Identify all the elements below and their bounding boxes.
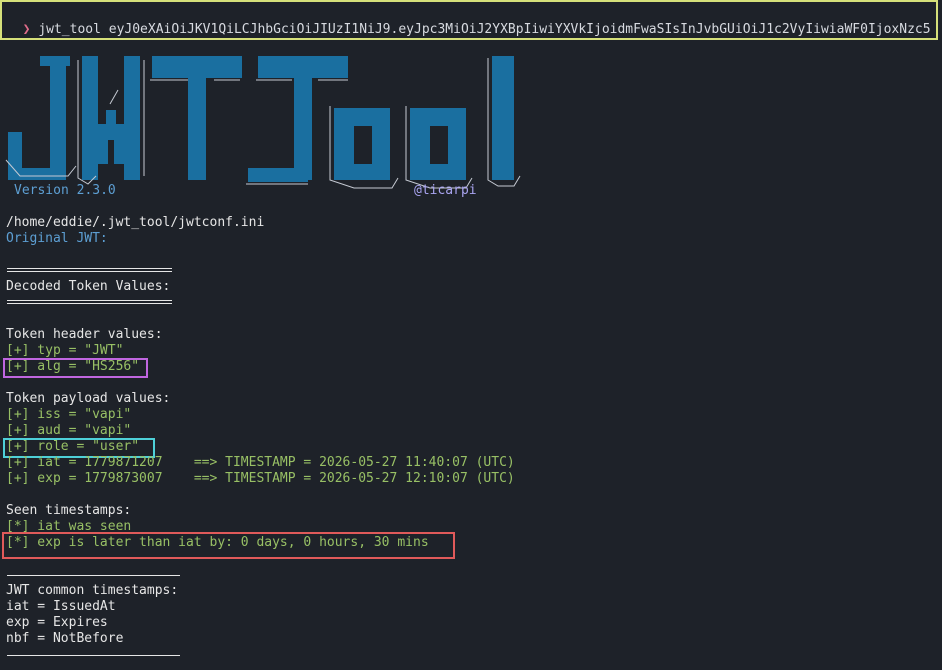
- common-iat: iat = IssuedAt: [6, 599, 116, 614]
- version-label: Version 2.3.0: [14, 183, 116, 198]
- divider: [7, 575, 180, 576]
- divider: [7, 268, 172, 269]
- divider: [7, 271, 172, 272]
- prompt-symbol: ❯: [22, 22, 31, 37]
- header-values-title: Token header values:: [6, 327, 163, 342]
- jwt-tool-logo: [5, 56, 521, 189]
- config-path: /home/eddie/.jwt_tool/jwtconf.ini: [6, 215, 265, 230]
- divider: [7, 655, 180, 656]
- common-exp: exp = Expires: [6, 615, 108, 630]
- payload-aud: [+] aud = "vapi": [6, 423, 132, 438]
- exp-highlight-box: [2, 532, 455, 559]
- payload-iss: [+] iss = "vapi": [6, 407, 132, 422]
- divider: [7, 303, 172, 304]
- header-typ: [+] typ = "JWT": [6, 343, 124, 358]
- payload-exp: [+] exp = 1779873007 ==> TIMESTAMP = 202…: [6, 471, 515, 486]
- original-jwt-label: Original JWT:: [6, 231, 108, 246]
- seen-timestamps-title: Seen timestamps:: [6, 503, 132, 518]
- payload-values-title: Token payload values:: [6, 391, 171, 406]
- divider: [7, 300, 172, 301]
- payload-iat: [+] iat = 1779871207 ==> TIMESTAMP = 202…: [6, 455, 515, 470]
- common-nbf: nbf = NotBefore: [6, 631, 124, 646]
- common-timestamps-title: JWT common timestamps:: [6, 583, 179, 598]
- command-text[interactable]: jwt_tool eyJ0eXAiOiJKV1QiLCJhbGciOiJIUzI…: [7, 22, 930, 38]
- command-input-box[interactable]: ❯ jwt_tool eyJ0eXAiOiJKV1QiLCJhbGciOiJIU…: [0, 0, 938, 40]
- decoded-heading: Decoded Token Values:: [6, 279, 171, 294]
- alg-highlight-box: [3, 358, 148, 378]
- author-label: @ticarpi: [414, 183, 477, 198]
